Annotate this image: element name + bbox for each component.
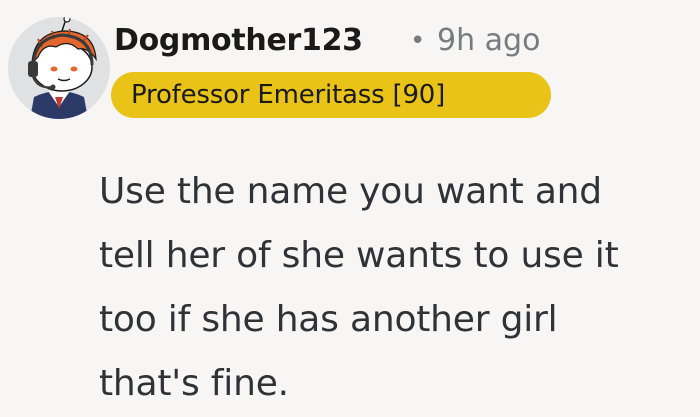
- snoo-avatar-icon: [8, 17, 110, 119]
- comment-timestamp[interactable]: 9h ago: [437, 21, 540, 61]
- comment-body-line: that's fine.: [99, 363, 289, 404]
- user-flair: Professor Emeritass [90]: [111, 72, 551, 118]
- comment: Dogmother123 • 9h ago Professor Emeritas…: [0, 0, 700, 417]
- user-avatar[interactable]: [8, 17, 110, 119]
- comment-author[interactable]: Dogmother123: [114, 21, 363, 61]
- meta-separator: •: [410, 26, 426, 56]
- comment-body: Use the name you want and tell her of sh…: [99, 160, 689, 416]
- comment-body-line: tell her of she wants to use it: [99, 235, 619, 276]
- comment-body-line: Use the name you want and: [99, 171, 602, 212]
- user-flair-label: Professor Emeritass [90]: [131, 80, 446, 110]
- comment-body-line: too if she has another girl: [99, 299, 558, 340]
